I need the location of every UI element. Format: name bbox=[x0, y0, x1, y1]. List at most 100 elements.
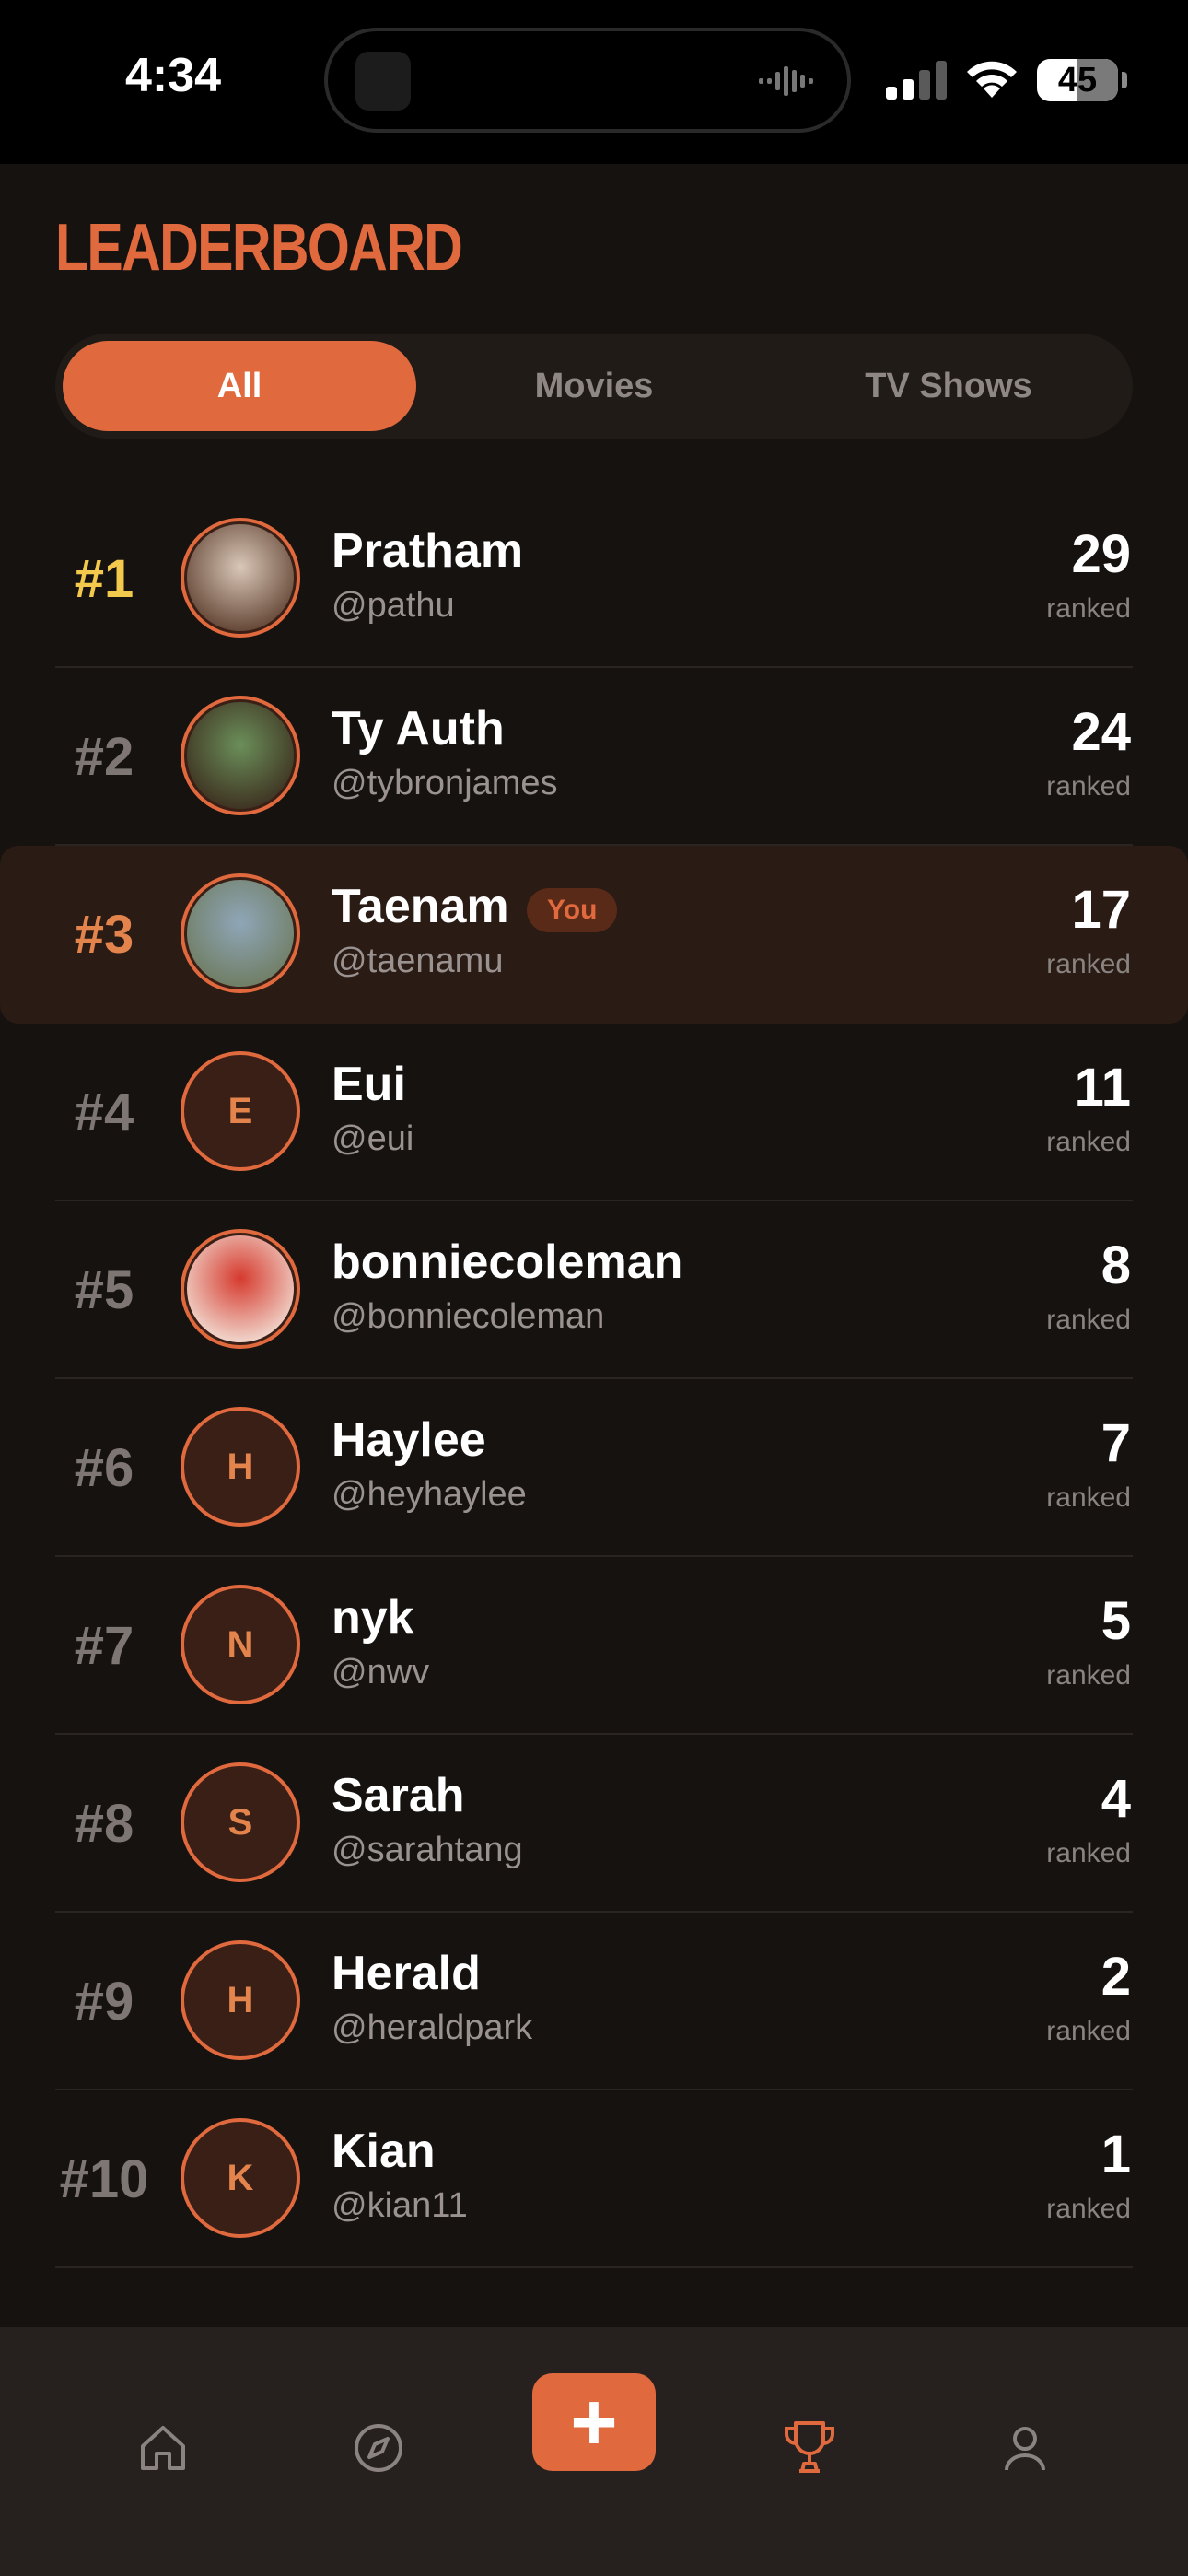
cellular-signal-icon bbox=[886, 61, 947, 100]
tab-all[interactable]: All bbox=[63, 341, 416, 431]
wifi-icon bbox=[967, 61, 1017, 98]
rank-label: #3 bbox=[74, 905, 134, 965]
status-time: 4:34 bbox=[125, 49, 222, 102]
bottom-tab-bar: + bbox=[0, 2327, 1188, 2576]
rank-label: #7 bbox=[74, 1616, 134, 1676]
leaderboard-row[interactable]: #8 S Sarah @sarahtang 4 ranked bbox=[0, 1735, 1188, 1913]
leaderboard-row[interactable]: #9 H Herald @heraldpark 2 ranked bbox=[0, 1913, 1188, 2090]
rank-label: #10 bbox=[59, 2149, 149, 2209]
ranked-label: ranked bbox=[1046, 593, 1131, 624]
user-handle: @taenamu bbox=[332, 942, 504, 980]
user-handle: @bonniecoleman bbox=[332, 1297, 605, 1336]
avatar-initial: H bbox=[227, 1979, 254, 2020]
ranked-count: 17 bbox=[1071, 880, 1131, 940]
battery-level: 45 bbox=[1057, 61, 1098, 100]
home-icon[interactable] bbox=[122, 2406, 204, 2489]
ranked-count: 5 bbox=[1101, 1591, 1131, 1651]
ranked-count: 1 bbox=[1101, 2125, 1131, 2184]
leaderboard-row[interactable]: #1 Pratham @pathu 29 ranked bbox=[0, 490, 1188, 668]
user-handle: @kian11 bbox=[332, 2186, 468, 2225]
user-name: Eui bbox=[332, 1058, 406, 1111]
dynamic-island bbox=[324, 28, 851, 133]
user-handle: @pathu bbox=[332, 586, 455, 625]
ranked-label: ranked bbox=[1046, 2016, 1131, 2046]
avatar-initial: K bbox=[227, 2157, 254, 2198]
status-bar: 4:34 45 bbox=[0, 0, 1188, 164]
camera-icon bbox=[355, 52, 411, 111]
leaderboard-row[interactable]: #6 H Haylee @heyhaylee 7 ranked bbox=[0, 1379, 1188, 1557]
ranked-label: ranked bbox=[1046, 2194, 1131, 2224]
ranked-count: 24 bbox=[1071, 702, 1131, 762]
page-title: LEADERBOARD bbox=[55, 211, 463, 285]
user-name: Pratham bbox=[332, 524, 524, 578]
user-name: nyk bbox=[332, 1591, 414, 1645]
avatar-initial: H bbox=[227, 1446, 254, 1487]
add-button[interactable]: + bbox=[532, 2373, 656, 2471]
rank-label: #2 bbox=[74, 727, 134, 787]
tab-tv-shows[interactable]: TV Shows bbox=[772, 341, 1125, 431]
profile-icon[interactable] bbox=[984, 2406, 1066, 2489]
leaderboard-row-self[interactable]: #3 Taenam You @taenamu 17 ranked bbox=[0, 846, 1188, 1024]
leaderboard-row[interactable]: #10 K Kian @kian11 1 ranked bbox=[0, 2090, 1188, 2268]
avatar[interactable] bbox=[181, 1229, 300, 1349]
ranked-label: ranked bbox=[1046, 771, 1131, 802]
ranked-count: 29 bbox=[1071, 524, 1131, 584]
leaderboard-row[interactable]: #2 Ty Auth @tybronjames 24 ranked bbox=[0, 668, 1188, 846]
ranked-label: ranked bbox=[1046, 1660, 1131, 1691]
row-divider bbox=[55, 2266, 1133, 2268]
rank-label: #9 bbox=[74, 1972, 134, 2032]
user-name: Herald bbox=[332, 1947, 481, 2000]
leaderboard-row[interactable]: #7 Nnyk @nwv 5 ranked bbox=[0, 1557, 1188, 1735]
user-handle: @sarahtang bbox=[332, 1831, 523, 1869]
user-handle: @heraldpark bbox=[332, 2008, 533, 2047]
avatar[interactable]: H bbox=[181, 1940, 300, 2060]
user-name: bonniecoleman bbox=[332, 1235, 683, 1289]
ranked-count: 4 bbox=[1101, 1769, 1131, 1829]
avatar[interactable]: H bbox=[181, 1407, 300, 1527]
avatar[interactable]: N bbox=[181, 1585, 300, 1704]
audio-wave-icon bbox=[759, 66, 813, 96]
avatar[interactable]: E bbox=[181, 1051, 300, 1171]
rank-label: #5 bbox=[74, 1260, 134, 1320]
avatar-initial: E bbox=[227, 1090, 253, 1131]
user-handle: @nwv bbox=[332, 1653, 430, 1692]
rank-label: #8 bbox=[74, 1794, 134, 1854]
avatar-initial: N bbox=[227, 1623, 254, 1665]
ranked-count: 8 bbox=[1101, 1235, 1131, 1295]
avatar[interactable] bbox=[181, 518, 300, 638]
leaderboard-row[interactable]: #5 bonniecoleman @bonniecoleman 8 ranked bbox=[0, 1201, 1188, 1379]
ranked-count: 7 bbox=[1101, 1413, 1131, 1473]
user-name: Sarah bbox=[332, 1769, 465, 1822]
ranked-count: 11 bbox=[1074, 1058, 1131, 1118]
compass-icon[interactable] bbox=[337, 2406, 420, 2489]
trophy-icon[interactable] bbox=[768, 2406, 851, 2489]
avatar-photo bbox=[187, 880, 294, 987]
battery-icon: 45 bbox=[1037, 59, 1118, 101]
ranked-label: ranked bbox=[1046, 1838, 1131, 1868]
avatar-photo bbox=[187, 1235, 294, 1342]
tab-movies[interactable]: Movies bbox=[417, 341, 771, 431]
rank-label: #1 bbox=[74, 549, 134, 609]
user-name: Ty Auth bbox=[332, 702, 505, 755]
avatar[interactable]: S bbox=[181, 1762, 300, 1882]
user-handle: @tybronjames bbox=[332, 764, 558, 802]
avatar-photo bbox=[187, 524, 294, 631]
you-badge: You bbox=[527, 888, 618, 932]
user-name: Kian bbox=[332, 2125, 436, 2178]
ranked-label: ranked bbox=[1046, 949, 1131, 979]
rank-label: #4 bbox=[74, 1083, 134, 1142]
avatar-initial: S bbox=[227, 1801, 253, 1843]
ranked-count: 2 bbox=[1101, 1947, 1131, 2007]
ranked-label: ranked bbox=[1046, 1127, 1131, 1157]
avatar-photo bbox=[187, 702, 294, 809]
leaderboard-row[interactable]: #4 E Eui @eui 11 ranked bbox=[0, 1024, 1188, 1201]
avatar[interactable] bbox=[181, 696, 300, 815]
avatar[interactable]: K bbox=[181, 2118, 300, 2238]
ranked-label: ranked bbox=[1046, 1482, 1131, 1513]
avatar[interactable] bbox=[181, 873, 300, 993]
user-name: Haylee bbox=[332, 1413, 486, 1467]
rank-label: #6 bbox=[74, 1438, 134, 1498]
ranked-label: ranked bbox=[1046, 1305, 1131, 1335]
user-name: Taenam bbox=[332, 880, 509, 933]
user-handle: @heyhaylee bbox=[332, 1475, 527, 1514]
